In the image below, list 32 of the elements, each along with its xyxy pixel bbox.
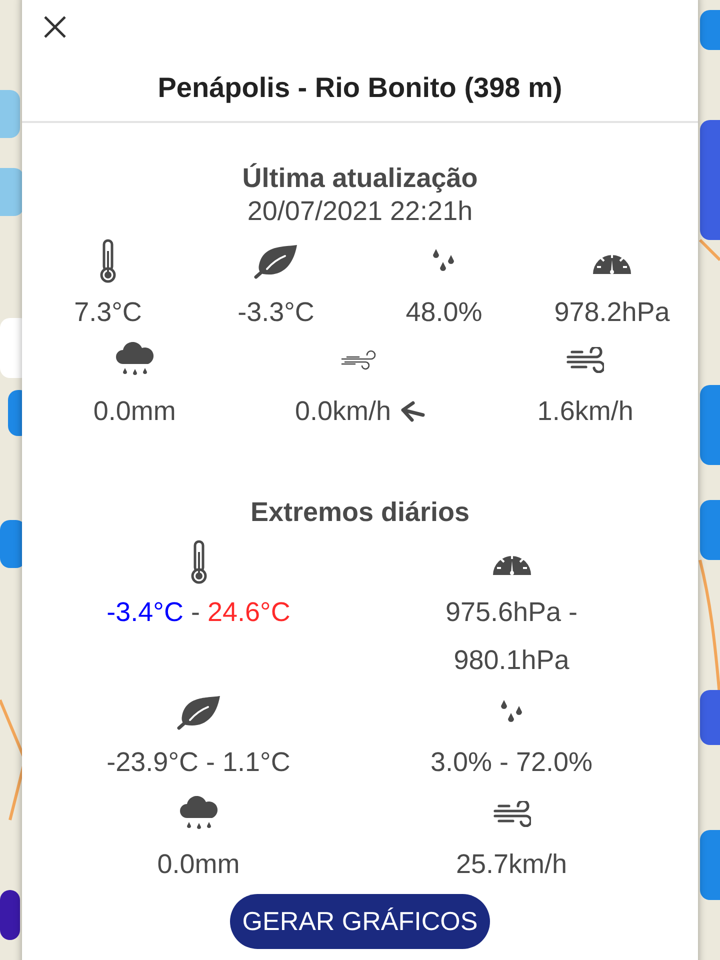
- close-icon: [43, 15, 67, 39]
- extreme-value: -: [190, 597, 201, 627]
- reading-value: -3.3°C: [238, 297, 314, 328]
- thermometer-icon: [190, 540, 208, 584]
- reading-value: 0.0km/h: [294, 396, 392, 427]
- dialog-title: Penápolis - Rio Bonito (398 m): [158, 72, 562, 104]
- wind-icon: [492, 801, 530, 827]
- leaf-icon: [253, 243, 299, 279]
- update-heading: Última atualização: [242, 163, 478, 194]
- arrow-left-icon: [399, 400, 426, 422]
- reading-value: 978.2hPa: [554, 297, 670, 328]
- leaf-icon: [176, 694, 222, 730]
- extreme-value: 24.6°C: [207, 597, 290, 627]
- thermometer-icon: [99, 239, 117, 283]
- map-marker[interactable]: [0, 890, 20, 940]
- extreme-value: -3.4°C: [106, 597, 184, 627]
- cloud-rain-icon: [178, 796, 218, 832]
- extreme-value: 975.6hPa - 980.1hPa: [445, 597, 579, 675]
- extreme-value: 25.7km/h: [456, 849, 568, 879]
- reading-value: 1.6km/h: [537, 396, 634, 427]
- reading-value: 48.0%: [406, 297, 482, 328]
- update-timestamp: 20/07/2021 22:21h: [247, 196, 473, 227]
- extremes-heading: Extremos diários: [250, 497, 470, 528]
- extreme-value: 3.0% - 72.0%: [430, 747, 593, 777]
- cloud-rain-icon: [114, 342, 155, 378]
- wind-icon: [566, 347, 604, 373]
- map-marker[interactable]: [0, 168, 24, 216]
- reading-value: 7.3°C: [74, 297, 142, 328]
- extreme-value: -23.9°C - 1.1°C: [106, 747, 290, 777]
- extreme-value: 0.0mm: [157, 849, 240, 879]
- reading-value: 0.0mm: [93, 396, 176, 427]
- generate-charts-button[interactable]: GERAR GRÁFICOS: [230, 894, 490, 949]
